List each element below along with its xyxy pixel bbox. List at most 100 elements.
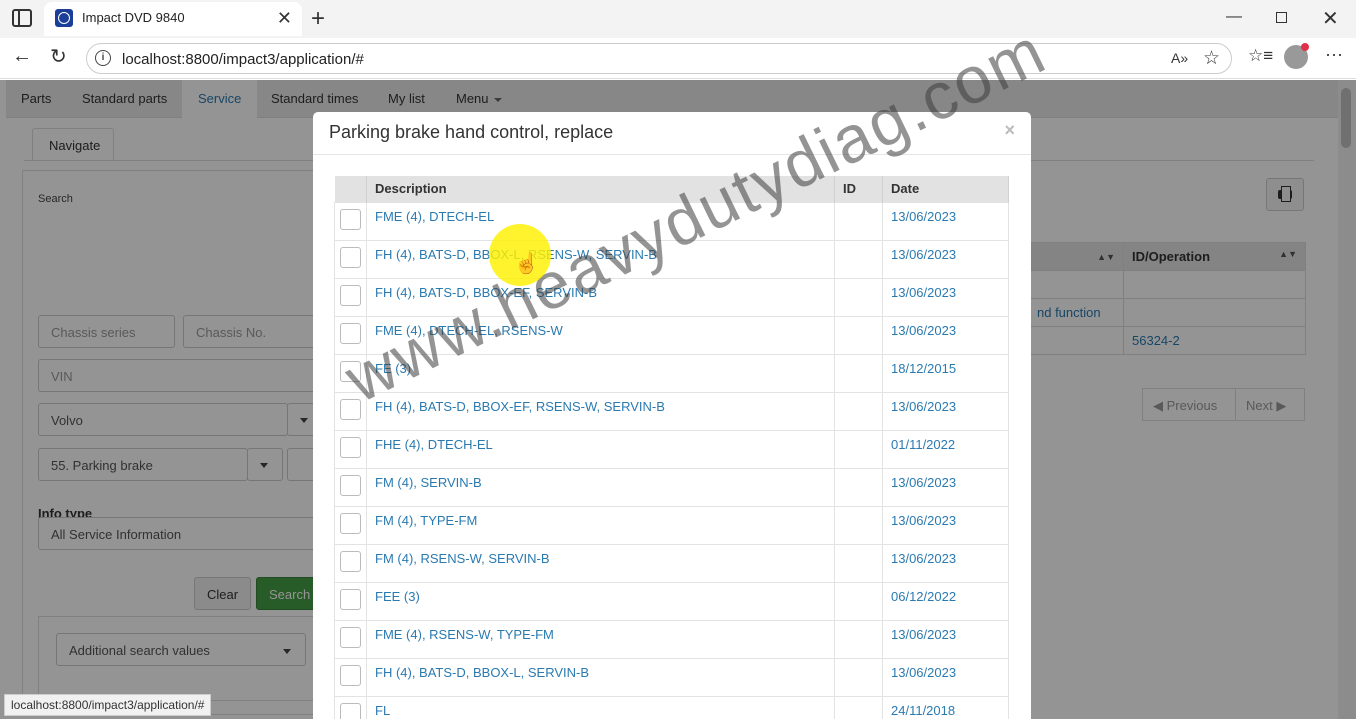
date-link[interactable]: 13/06/2023 xyxy=(891,209,956,224)
info-icon[interactable]: i xyxy=(95,50,111,66)
table-row[interactable]: FM (4), SERVIN-B 13/06/2023 xyxy=(334,467,1009,507)
star-icon[interactable]: ☆ xyxy=(1203,47,1220,70)
browser-tab[interactable]: Impact DVD 9840 ✕ xyxy=(44,2,302,36)
table-row[interactable]: FM (4), TYPE-FM 13/06/2023 xyxy=(334,505,1009,545)
checkbox-cell[interactable] xyxy=(334,277,367,317)
sidebar-toggle-icon[interactable] xyxy=(12,9,32,27)
checkbox-cell[interactable] xyxy=(334,695,367,719)
table-row[interactable]: FHE (4), DTECH-EL 01/11/2022 xyxy=(334,429,1009,469)
date-link[interactable]: 01/11/2022 xyxy=(891,437,955,452)
row-checkbox[interactable] xyxy=(340,512,361,534)
restore-icon[interactable] xyxy=(1276,12,1287,23)
date-cell[interactable]: 13/06/2023 xyxy=(882,391,1009,431)
row-checkbox[interactable] xyxy=(340,246,361,268)
table-row[interactable]: FH (4), BATS-D, BBOX-EF, RSENS-W, SERVIN… xyxy=(334,391,1009,431)
date-cell[interactable]: 13/06/2023 xyxy=(882,315,1009,355)
column-date[interactable]: Date xyxy=(882,176,1009,202)
date-link[interactable]: 13/06/2023 xyxy=(891,665,956,680)
description-cell[interactable]: FME (4), RSENS-W, TYPE-FM xyxy=(366,619,835,659)
checkbox-cell[interactable] xyxy=(334,543,367,583)
description-link[interactable]: FME (4), RSENS-W, TYPE-FM xyxy=(375,627,554,642)
date-link[interactable]: 13/06/2023 xyxy=(891,247,956,262)
description-link[interactable]: FHE (4), DTECH-EL xyxy=(375,437,493,452)
date-cell[interactable]: 18/12/2015 xyxy=(882,353,1009,393)
date-link[interactable]: 24/11/2018 xyxy=(891,703,955,718)
date-link[interactable]: 13/06/2023 xyxy=(891,551,956,566)
row-checkbox[interactable] xyxy=(340,702,361,719)
date-link[interactable]: 13/06/2023 xyxy=(891,285,956,300)
table-row[interactable]: FL 24/11/2018 xyxy=(334,695,1009,719)
date-cell[interactable]: 13/06/2023 xyxy=(882,505,1009,545)
description-link[interactable]: FM (4), TYPE-FM xyxy=(375,513,477,528)
description-cell[interactable]: FEE (3) xyxy=(366,581,835,621)
description-link[interactable]: FL xyxy=(375,703,390,718)
checkbox-cell[interactable] xyxy=(334,505,367,545)
description-link[interactable]: FM (4), SERVIN-B xyxy=(375,475,482,490)
checkbox-cell[interactable] xyxy=(334,429,367,469)
row-checkbox[interactable] xyxy=(340,626,361,648)
favorites-icon[interactable]: ☆≡ xyxy=(1248,46,1273,66)
description-cell[interactable]: FHE (4), DTECH-EL xyxy=(366,429,835,469)
id-cell xyxy=(834,695,883,719)
id-cell xyxy=(834,353,883,393)
date-cell[interactable]: 24/11/2018 xyxy=(882,695,1009,719)
description-cell[interactable]: FM (4), SERVIN-B xyxy=(366,467,835,507)
date-link[interactable]: 18/12/2015 xyxy=(891,361,956,376)
row-checkbox[interactable] xyxy=(340,284,361,306)
date-link[interactable]: 06/12/2022 xyxy=(891,589,956,604)
checkbox-cell[interactable] xyxy=(334,467,367,507)
table-row[interactable]: FM (4), RSENS-W, SERVIN-B 13/06/2023 xyxy=(334,543,1009,583)
window-close-icon[interactable]: ✕ xyxy=(1322,6,1339,31)
back-icon[interactable]: ← xyxy=(12,45,32,68)
date-cell[interactable]: 13/06/2023 xyxy=(882,467,1009,507)
description-cell[interactable]: FH (4), BATS-D, BBOX-L, SERVIN-B xyxy=(366,657,835,697)
hand-cursor-icon: ☝ xyxy=(514,253,539,275)
checkbox-cell[interactable] xyxy=(334,619,367,659)
date-cell[interactable]: 01/11/2022 xyxy=(882,429,1009,469)
table-row[interactable]: FME (4), RSENS-W, TYPE-FM 13/06/2023 xyxy=(334,619,1009,659)
date-link[interactable]: 13/06/2023 xyxy=(891,475,956,490)
description-link[interactable]: FH (4), BATS-D, BBOX-L, SERVIN-B xyxy=(375,665,589,680)
description-link[interactable]: FH (4), BATS-D, BBOX-EF, RSENS-W, SERVIN… xyxy=(375,399,665,414)
table-row[interactable]: FEE (3) 06/12/2022 xyxy=(334,581,1009,621)
checkbox-cell[interactable] xyxy=(334,581,367,621)
checkbox-cell[interactable] xyxy=(334,239,367,279)
description-link[interactable]: FEE (3) xyxy=(375,589,420,604)
checkbox-cell[interactable] xyxy=(334,201,367,241)
date-link[interactable]: 13/06/2023 xyxy=(891,323,956,338)
plus-icon[interactable]: + xyxy=(311,5,325,33)
date-link[interactable]: 13/06/2023 xyxy=(891,627,956,642)
minimize-icon[interactable]: — xyxy=(1226,8,1242,26)
row-checkbox[interactable] xyxy=(340,208,361,230)
description-cell[interactable]: FL xyxy=(366,695,835,719)
url-input[interactable]: i localhost:8800/impact3/application/# A… xyxy=(86,43,1232,74)
date-cell[interactable]: 13/06/2023 xyxy=(882,239,1009,279)
date-cell[interactable]: 06/12/2022 xyxy=(882,581,1009,621)
row-checkbox[interactable] xyxy=(340,664,361,686)
date-cell[interactable]: 13/06/2023 xyxy=(882,201,1009,241)
date-cell[interactable]: 13/06/2023 xyxy=(882,619,1009,659)
description-link[interactable]: FME (4), DTECH-EL xyxy=(375,209,494,224)
close-icon[interactable]: ✕ xyxy=(277,8,292,29)
date-link[interactable]: 13/06/2023 xyxy=(891,513,956,528)
id-cell xyxy=(834,505,883,545)
description-link[interactable]: FM (4), RSENS-W, SERVIN-B xyxy=(375,551,550,566)
date-link[interactable]: 13/06/2023 xyxy=(891,399,956,414)
row-checkbox[interactable] xyxy=(340,550,361,572)
row-checkbox[interactable] xyxy=(340,398,361,420)
description-cell[interactable]: FH (4), BATS-D, BBOX-EF, RSENS-W, SERVIN… xyxy=(366,391,835,431)
close-icon[interactable]: × xyxy=(1004,120,1015,141)
read-aloud-icon[interactable]: A» xyxy=(1171,50,1188,66)
checkbox-cell[interactable] xyxy=(334,657,367,697)
more-icon[interactable]: ··· xyxy=(1325,44,1343,65)
date-cell[interactable]: 13/06/2023 xyxy=(882,543,1009,583)
date-cell[interactable]: 13/06/2023 xyxy=(882,277,1009,317)
row-checkbox[interactable] xyxy=(340,436,361,458)
description-cell[interactable]: FM (4), TYPE-FM xyxy=(366,505,835,545)
description-cell[interactable]: FM (4), RSENS-W, SERVIN-B xyxy=(366,543,835,583)
date-cell[interactable]: 13/06/2023 xyxy=(882,657,1009,697)
row-checkbox[interactable] xyxy=(340,474,361,496)
row-checkbox[interactable] xyxy=(340,588,361,610)
reload-icon[interactable]: ↻ xyxy=(50,44,67,69)
table-row[interactable]: FH (4), BATS-D, BBOX-L, SERVIN-B 13/06/20… xyxy=(334,657,1009,697)
